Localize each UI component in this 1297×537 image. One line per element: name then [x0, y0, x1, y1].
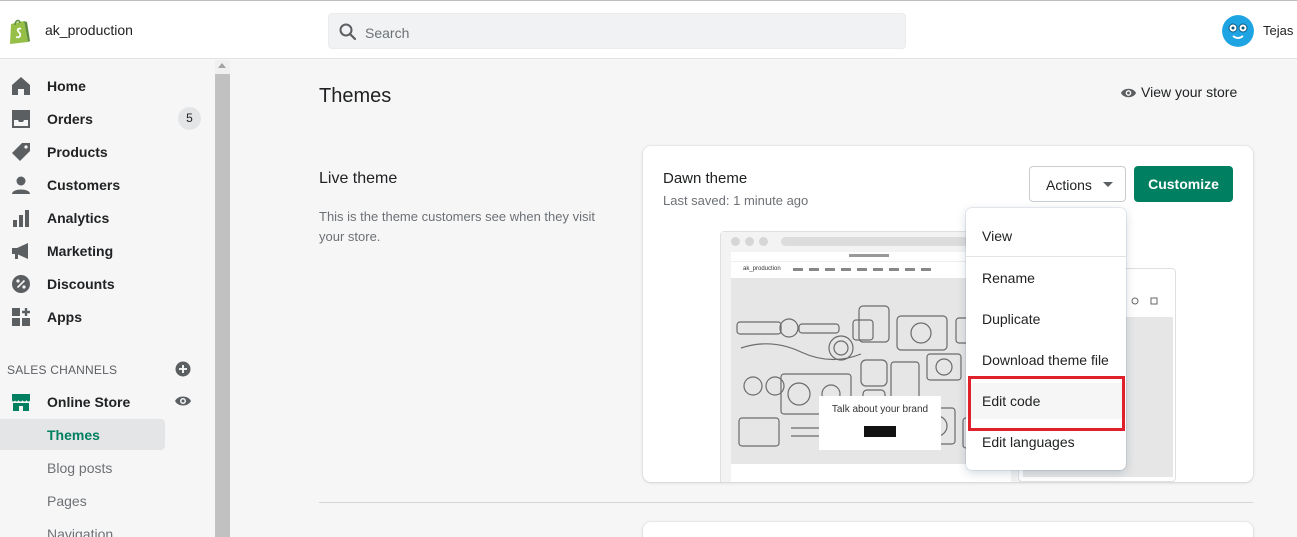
tag-icon: [12, 143, 30, 161]
add-sales-channel-icon[interactable]: [175, 361, 191, 377]
sidebar-item-orders[interactable]: Orders 5: [0, 104, 210, 134]
orders-count-badge: 5: [178, 107, 201, 130]
sidebar-item-marketing[interactable]: Marketing: [0, 236, 210, 266]
last-saved-text: Last saved: 1 minute ago: [663, 193, 809, 208]
sidebar-subitem-label: Pages: [47, 493, 87, 509]
sidebar-item-label: Orders: [47, 111, 93, 127]
menu-item-download-theme-file[interactable]: Download theme file: [966, 342, 1126, 378]
browser-dot: [759, 237, 768, 246]
browser-dot: [731, 237, 740, 246]
shop-name[interactable]: ak_production: [45, 22, 133, 38]
sidebar-scrollbar-thumb[interactable]: [215, 74, 230, 537]
sidebar-subitem-label: Blog posts: [47, 460, 113, 476]
user-name[interactable]: Tejas: [1263, 23, 1293, 38]
user-avatar[interactable]: [1222, 15, 1254, 47]
sidebar-item-label: Online Store: [47, 394, 131, 410]
sidebar-subitem-navigation[interactable]: Navigation: [0, 518, 165, 537]
shopify-logo-icon[interactable]: [7, 17, 31, 45]
sidebar-item-label: Marketing: [47, 243, 114, 259]
eye-icon: [1120, 88, 1137, 98]
eye-icon[interactable]: [174, 394, 192, 408]
menu-item-label: View: [982, 228, 1013, 244]
menu-item-view[interactable]: View: [966, 218, 1126, 254]
sidebar-item-label: Apps: [47, 309, 82, 325]
sidebar-subitem-label: Navigation: [47, 526, 114, 537]
page-title: Themes: [319, 85, 392, 107]
menu-item-rename[interactable]: Rename: [966, 260, 1126, 296]
sidebar-subitem-blog-posts[interactable]: Blog posts: [0, 452, 165, 483]
orders-icon: [12, 110, 30, 128]
theme-library-card: [643, 522, 1253, 537]
sidebar-item-customers[interactable]: Customers: [0, 170, 210, 200]
preview-hero-text: Talk about your brand: [831, 404, 929, 415]
discount-icon: [12, 275, 30, 293]
sidebar-item-label: Products: [47, 144, 108, 160]
caret-down-icon: [1103, 182, 1113, 187]
bar-chart-icon: [13, 210, 29, 227]
menu-item-label: Edit languages: [982, 434, 1075, 450]
menu-divider: [966, 256, 1126, 257]
search-placeholder: Search: [365, 25, 410, 41]
section-divider: [319, 502, 1253, 503]
browser-dot: [745, 237, 754, 246]
store-icon: [12, 394, 30, 411]
sidebar-item-apps[interactable]: Apps: [0, 302, 210, 332]
sidebar-item-label: Analytics: [47, 210, 110, 226]
sidebar-item-products[interactable]: Products: [0, 137, 210, 167]
live-theme-description: This is the theme customers see when the…: [319, 209, 596, 244]
search-input[interactable]: Search: [328, 13, 906, 49]
home-icon: [12, 77, 30, 95]
top-bar: ak_production Search Tejas: [0, 0, 1297, 59]
preview-hero-button: [864, 426, 896, 437]
menu-item-duplicate[interactable]: Duplicate: [966, 301, 1126, 337]
preview-brand: ak_production: [743, 266, 781, 272]
apps-icon: [12, 308, 30, 326]
sidebar-item-label: Customers: [47, 177, 121, 193]
actions-label: Actions: [1046, 177, 1092, 193]
sales-channels-title: SALES CHANNELS: [7, 363, 118, 377]
person-icon: [12, 176, 30, 194]
sidebar-item-home[interactable]: Home: [0, 71, 210, 101]
search-icon: [339, 23, 357, 41]
sidebar-item-label: Home: [47, 78, 86, 94]
theme-name: Dawn theme: [663, 170, 748, 187]
sidebar-subitem-themes[interactable]: Themes: [0, 419, 165, 450]
customize-button[interactable]: Customize: [1134, 166, 1233, 202]
view-store-label: View your store: [1141, 84, 1238, 100]
menu-item-label: Download theme file: [982, 352, 1109, 368]
sidebar: Home Orders 5 Products Customers Analyti…: [0, 60, 230, 537]
preview-search-cart-icon: [1131, 297, 1158, 305]
menu-item-label: Rename: [982, 270, 1035, 286]
edit-code-highlight-box: [968, 376, 1125, 431]
sidebar-subitem-pages[interactable]: Pages: [0, 485, 165, 516]
sidebar-item-label: Discounts: [47, 276, 115, 292]
preview-nav-links: [793, 268, 933, 271]
scroll-up-arrow-icon[interactable]: [218, 63, 226, 68]
sidebar-item-discounts[interactable]: Discounts: [0, 269, 210, 299]
actions-button[interactable]: Actions: [1029, 166, 1126, 202]
sidebar-item-analytics[interactable]: Analytics: [0, 203, 210, 233]
live-theme-heading: Live theme: [319, 170, 398, 187]
live-theme-card: Dawn theme Last saved: 1 minute ago Acti…: [643, 146, 1253, 482]
menu-item-label: Duplicate: [982, 311, 1041, 327]
preview-hero-box: Talk about your brand: [819, 396, 941, 450]
sidebar-subitem-label: Themes: [47, 427, 100, 443]
megaphone-icon: [12, 243, 28, 259]
